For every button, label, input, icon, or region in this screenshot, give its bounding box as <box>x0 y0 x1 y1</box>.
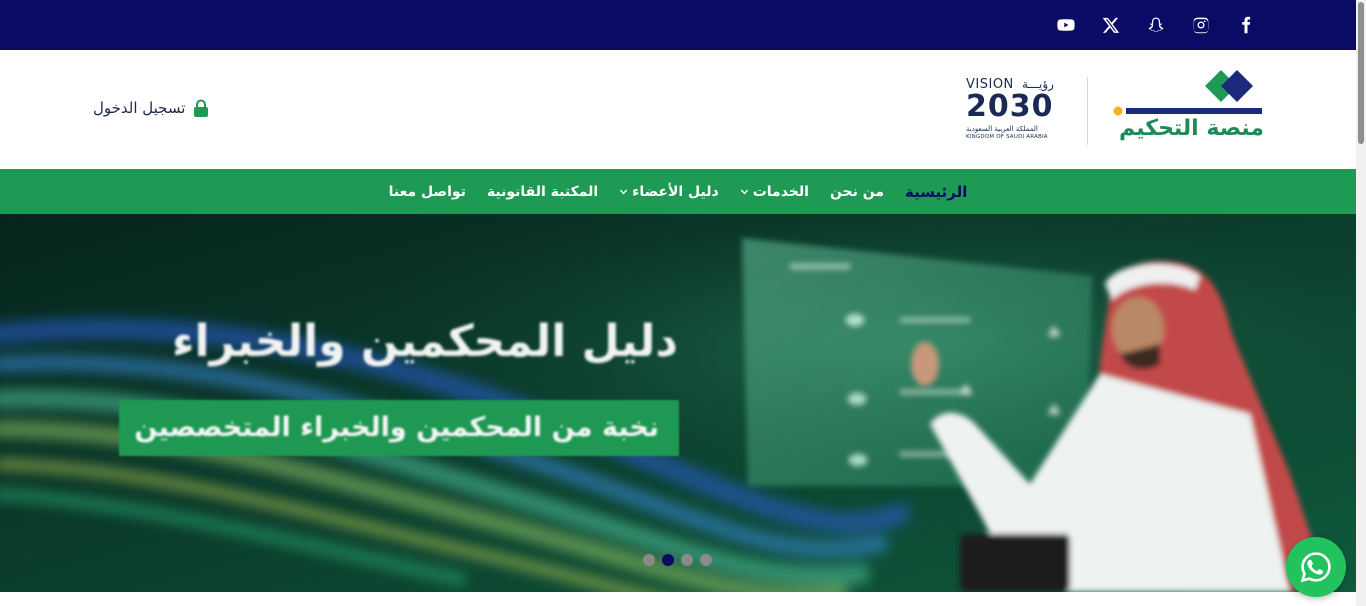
youtube-icon[interactable] <box>1055 14 1077 36</box>
slider-dot[interactable] <box>643 554 655 566</box>
hero-title: دليل المحكمين والخبراء <box>172 316 678 367</box>
brand-logo[interactable]: منصة التحكيم <box>1110 68 1266 152</box>
nav-item-home[interactable]: الرئيسية <box>905 183 967 201</box>
nav-item-label: الرئيسية <box>905 182 968 201</box>
nav-item-legal-library[interactable]: المكتبة القانونية <box>487 184 598 200</box>
vision-subtitle-ar: المملكة العربية السعودية <box>966 125 1038 133</box>
site-header: تسجيل الدخول VISION رؤيـــة 2030 المملكة… <box>0 50 1356 169</box>
whatsapp-button[interactable] <box>1286 537 1346 597</box>
instagram-icon[interactable] <box>1190 14 1212 36</box>
vision-subtitle-en: KINGDOM OF SAUDI ARABIA <box>966 134 1048 140</box>
chevron-down-icon <box>620 189 628 195</box>
chevron-down-icon <box>740 189 748 195</box>
nav-item-contact[interactable]: تواصل معنا <box>389 184 466 200</box>
nav-item-label: دليل الأعضاء <box>632 183 719 200</box>
snapchat-icon[interactable] <box>1145 14 1167 36</box>
brand-name: منصة التحكيم <box>1119 116 1264 141</box>
slider-pagination <box>643 554 712 566</box>
slider-dot[interactable] <box>700 554 712 566</box>
login-link[interactable]: تسجيل الدخول <box>93 99 209 117</box>
slider-dot[interactable] <box>681 554 693 566</box>
nav-item-members-guide[interactable]: دليل الأعضاء <box>619 184 719 200</box>
nav-item-label: المكتبة القانونية <box>486 183 599 200</box>
nav-item-about[interactable]: من نحن <box>830 184 884 200</box>
nav-item-label: الخدمات <box>752 183 809 200</box>
main-nav: الرئيسية من نحن الخدمات دليل الأعضاء الم… <box>0 169 1356 214</box>
scrollbar-thumb[interactable] <box>1358 2 1364 144</box>
vision-year: 2030 <box>966 89 1054 124</box>
vision-2030-logo: VISION رؤيـــة 2030 المملكة العربية السع… <box>966 77 1064 143</box>
nav-item-label: تواصل معنا <box>388 183 466 200</box>
x-icon[interactable] <box>1100 14 1122 36</box>
brand-mark-icon <box>1113 70 1262 116</box>
lock-icon <box>194 99 209 117</box>
facebook-icon[interactable] <box>1235 14 1257 36</box>
social-top-bar <box>0 0 1356 50</box>
hero-slider[interactable]: دليل المحكمين والخبراء نخبة من المحكمين … <box>0 214 1356 592</box>
slider-dot-active[interactable] <box>662 554 674 566</box>
hero-subtitle: نخبة من المحكمين والخبراء المتخصصين <box>134 412 659 443</box>
nav-item-label: من نحن <box>829 183 885 200</box>
whatsapp-icon <box>1300 552 1331 583</box>
header-divider <box>1087 77 1088 145</box>
nav-item-services[interactable]: الخدمات <box>740 184 809 200</box>
login-label: تسجيل الدخول <box>93 99 186 117</box>
